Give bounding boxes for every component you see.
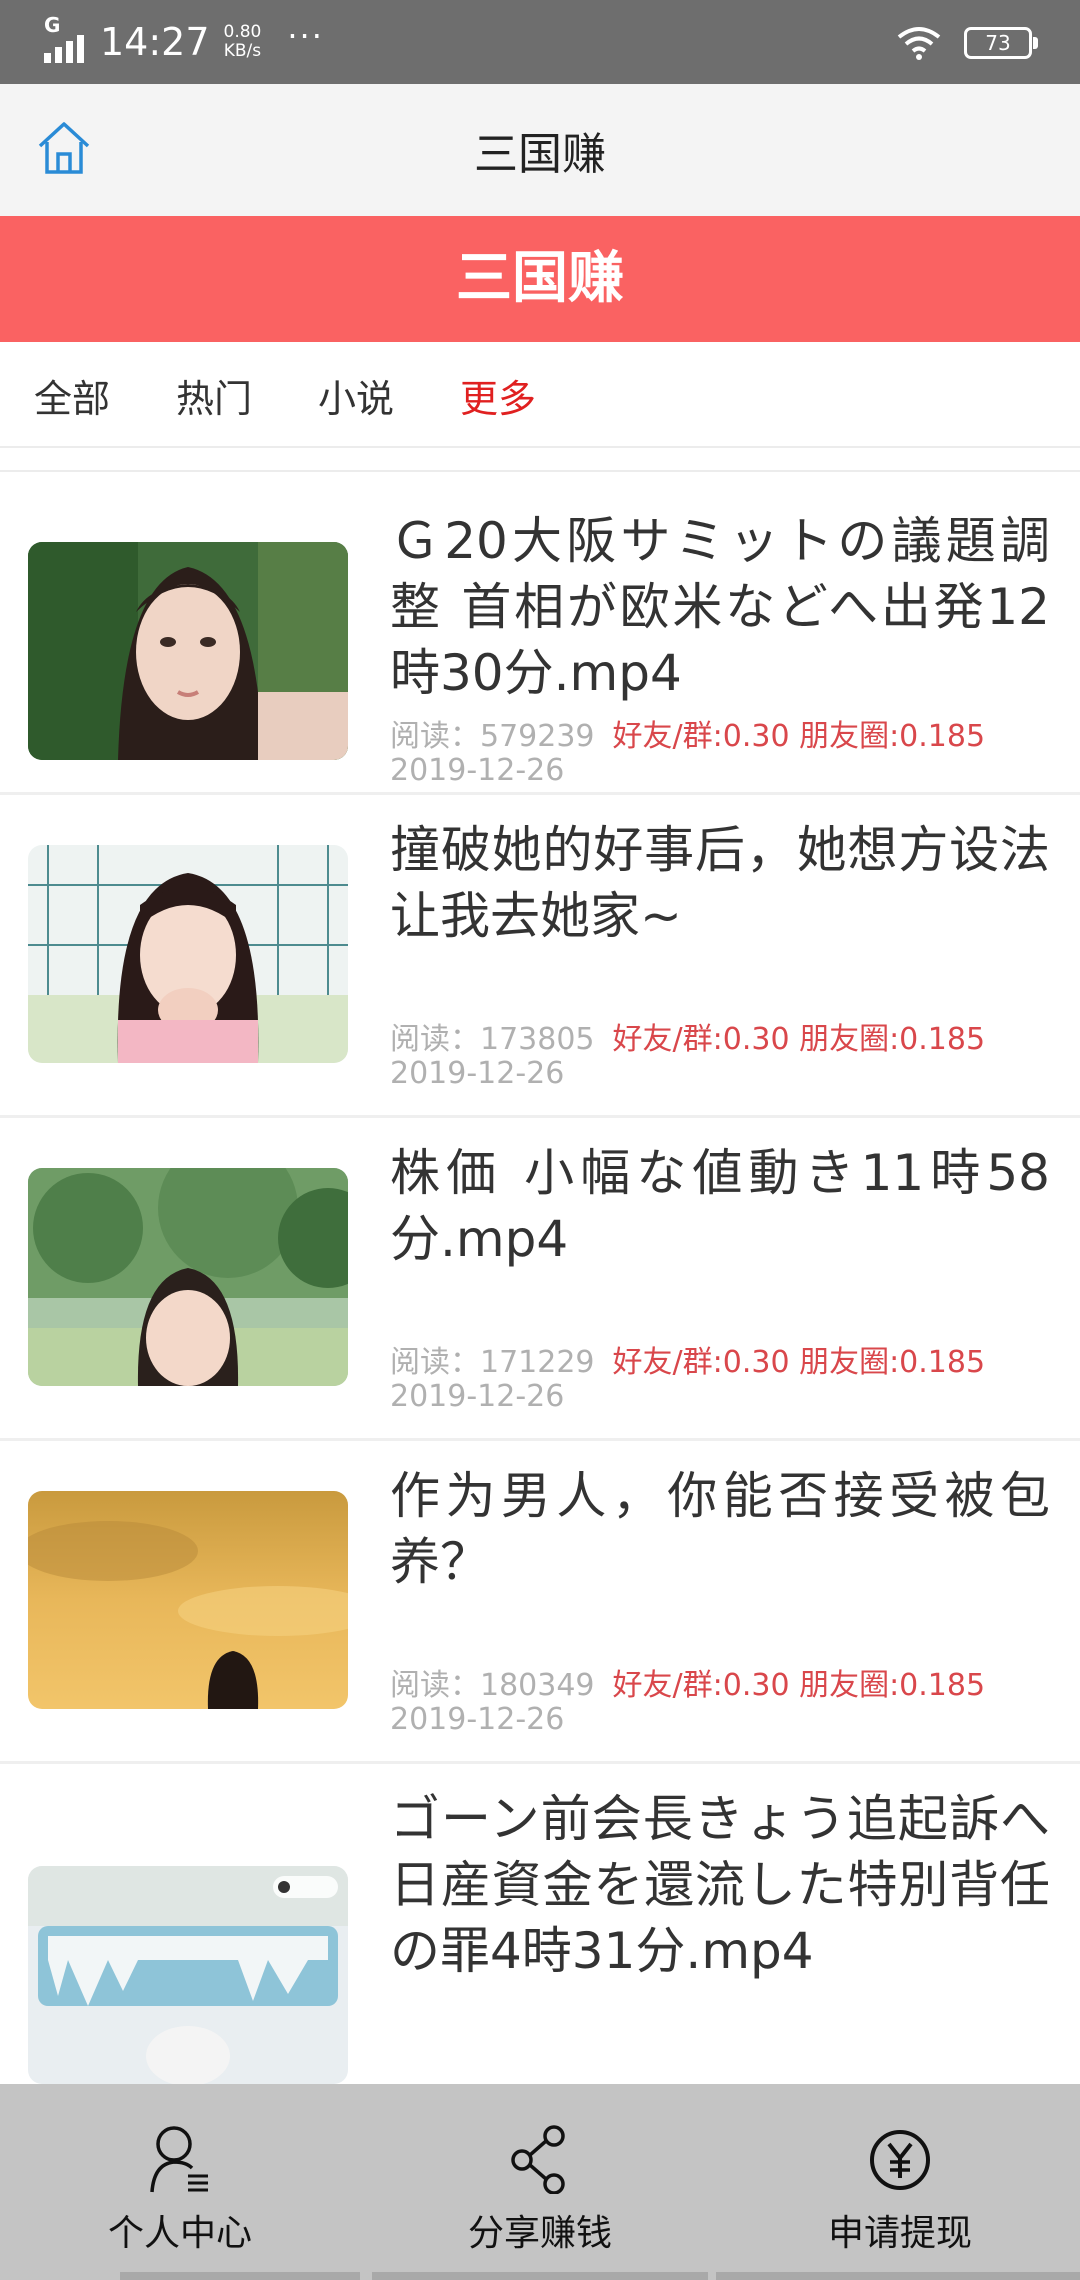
wifi-icon: [897, 27, 941, 60]
nav-profile-button[interactable]: 个人中心: [0, 2084, 360, 2280]
nav-share-label: 分享赚钱: [467, 2213, 612, 2254]
nav-indicator: [372, 2272, 708, 2280]
category-tabs: 全部 热门 小说 更多: [0, 342, 1080, 448]
reward-rate: 好友/群:0.30 朋友圈:0.185: [612, 1668, 986, 1703]
read-count: 阅读：171229: [390, 1345, 595, 1380]
read-count: 阅读：173805: [390, 1022, 595, 1057]
article-title[interactable]: Ｇ20大阪サミットの議題調整 首相が欧米などへ出発12時30分.mp4: [390, 508, 1050, 706]
battery-level: 73: [985, 31, 1011, 55]
list-item[interactable]: 株価 小幅な値動き11時58分.mp4 阅读：171229 好友/群:0.30 朋…: [0, 1118, 1080, 1441]
tab-hot[interactable]: 热门: [176, 368, 252, 423]
article-thumbnail[interactable]: [28, 1168, 348, 1386]
tab-novel[interactable]: 小说: [318, 368, 394, 423]
tab-more[interactable]: 更多: [460, 368, 536, 423]
user-icon: [150, 2126, 208, 2193]
article-date: 2019-12-26: [390, 1056, 565, 1091]
battery-icon: 73: [964, 27, 1038, 59]
page-title: 三国赚: [474, 129, 606, 180]
article-title[interactable]: 株価 小幅な値動き11時58分.mp4: [390, 1140, 1050, 1272]
banner-title: 三国赚: [456, 246, 624, 311]
reward-rate: 好友/群:0.30 朋友圈:0.185: [612, 719, 986, 754]
network-speed: 0.80 KB/s: [223, 22, 262, 61]
article-date: 2019-12-26: [390, 1702, 565, 1737]
nav-share-button[interactable]: 分享赚钱: [360, 2084, 720, 2280]
share-icon: [511, 2125, 565, 2194]
list-item[interactable]: Ｇ20大阪サミットの議題調整 首相が欧米などへ出発12時30分.mp4 阅读：5…: [0, 472, 1080, 795]
article-date: 2019-12-26: [390, 1379, 565, 1414]
list-item[interactable]: 作为男人，你能否接受被包养？ 阅读：180349 好友/群:0.30 朋友圈:0.…: [0, 1441, 1080, 1764]
article-thumbnail[interactable]: [28, 1491, 348, 1709]
article-title[interactable]: ゴーン前会長きょう追起訴へ 日産資金を還流した特別背任の罪4時31分.mp4: [390, 1786, 1050, 1984]
status-bar: G 14:27 0.80 KB/s ··· 73: [0, 0, 1080, 84]
nav-indicator: [120, 2272, 360, 2280]
article-meta: 阅读：180349 好友/群:0.30 朋友圈:0.185: [390, 1669, 985, 1703]
article-title[interactable]: 作为男人，你能否接受被包养？: [390, 1463, 1050, 1595]
read-count: 阅读：579239: [390, 719, 595, 754]
article-meta: 阅读：173805 好友/群:0.30 朋友圈:0.185: [390, 1023, 985, 1057]
article-title[interactable]: 撞破她的好事后，她想方设法让我去她家~: [390, 817, 1050, 949]
nav-withdraw-button[interactable]: 申请提现: [720, 2084, 1080, 2280]
signal-icon: G: [44, 13, 94, 65]
nav-withdraw-label: 申请提现: [827, 2213, 972, 2254]
bottom-nav: 个人中心 分享赚钱 申请提现: [0, 2084, 1080, 2280]
clock: 14:27: [100, 20, 210, 64]
tab-all[interactable]: 全部: [34, 368, 110, 423]
more-notifications-icon: ···: [287, 17, 324, 55]
yuan-icon: [870, 2130, 930, 2190]
banner: 三国赚: [0, 216, 1080, 342]
nav-profile-label: 个人中心: [107, 2213, 252, 2254]
article-thumbnail[interactable]: [28, 542, 348, 760]
article-meta: 阅读：579239 好友/群:0.30 朋友圈:0.185: [390, 720, 985, 754]
read-count: 阅读：180349: [390, 1668, 595, 1703]
article-list: Ｇ20大阪サミットの議題調整 首相が欧米などへ出発12時30分.mp4 阅读：5…: [0, 472, 1080, 2167]
list-item[interactable]: 撞破她的好事后，她想方设法让我去她家~ 阅读：173805 好友/群:0.30 朋…: [0, 795, 1080, 1118]
reward-rate: 好友/群:0.30 朋友圈:0.185: [612, 1345, 986, 1380]
title-bar: 三国赚: [0, 84, 1080, 216]
article-meta: 阅读：171229 好友/群:0.30 朋友圈:0.185: [390, 1346, 985, 1380]
nav-indicator: [716, 2272, 1080, 2280]
article-thumbnail[interactable]: [28, 845, 348, 1063]
reward-rate: 好友/群:0.30 朋友圈:0.185: [612, 1022, 986, 1057]
article-thumbnail[interactable]: [28, 1866, 348, 2084]
article-date: 2019-12-26: [390, 753, 565, 788]
